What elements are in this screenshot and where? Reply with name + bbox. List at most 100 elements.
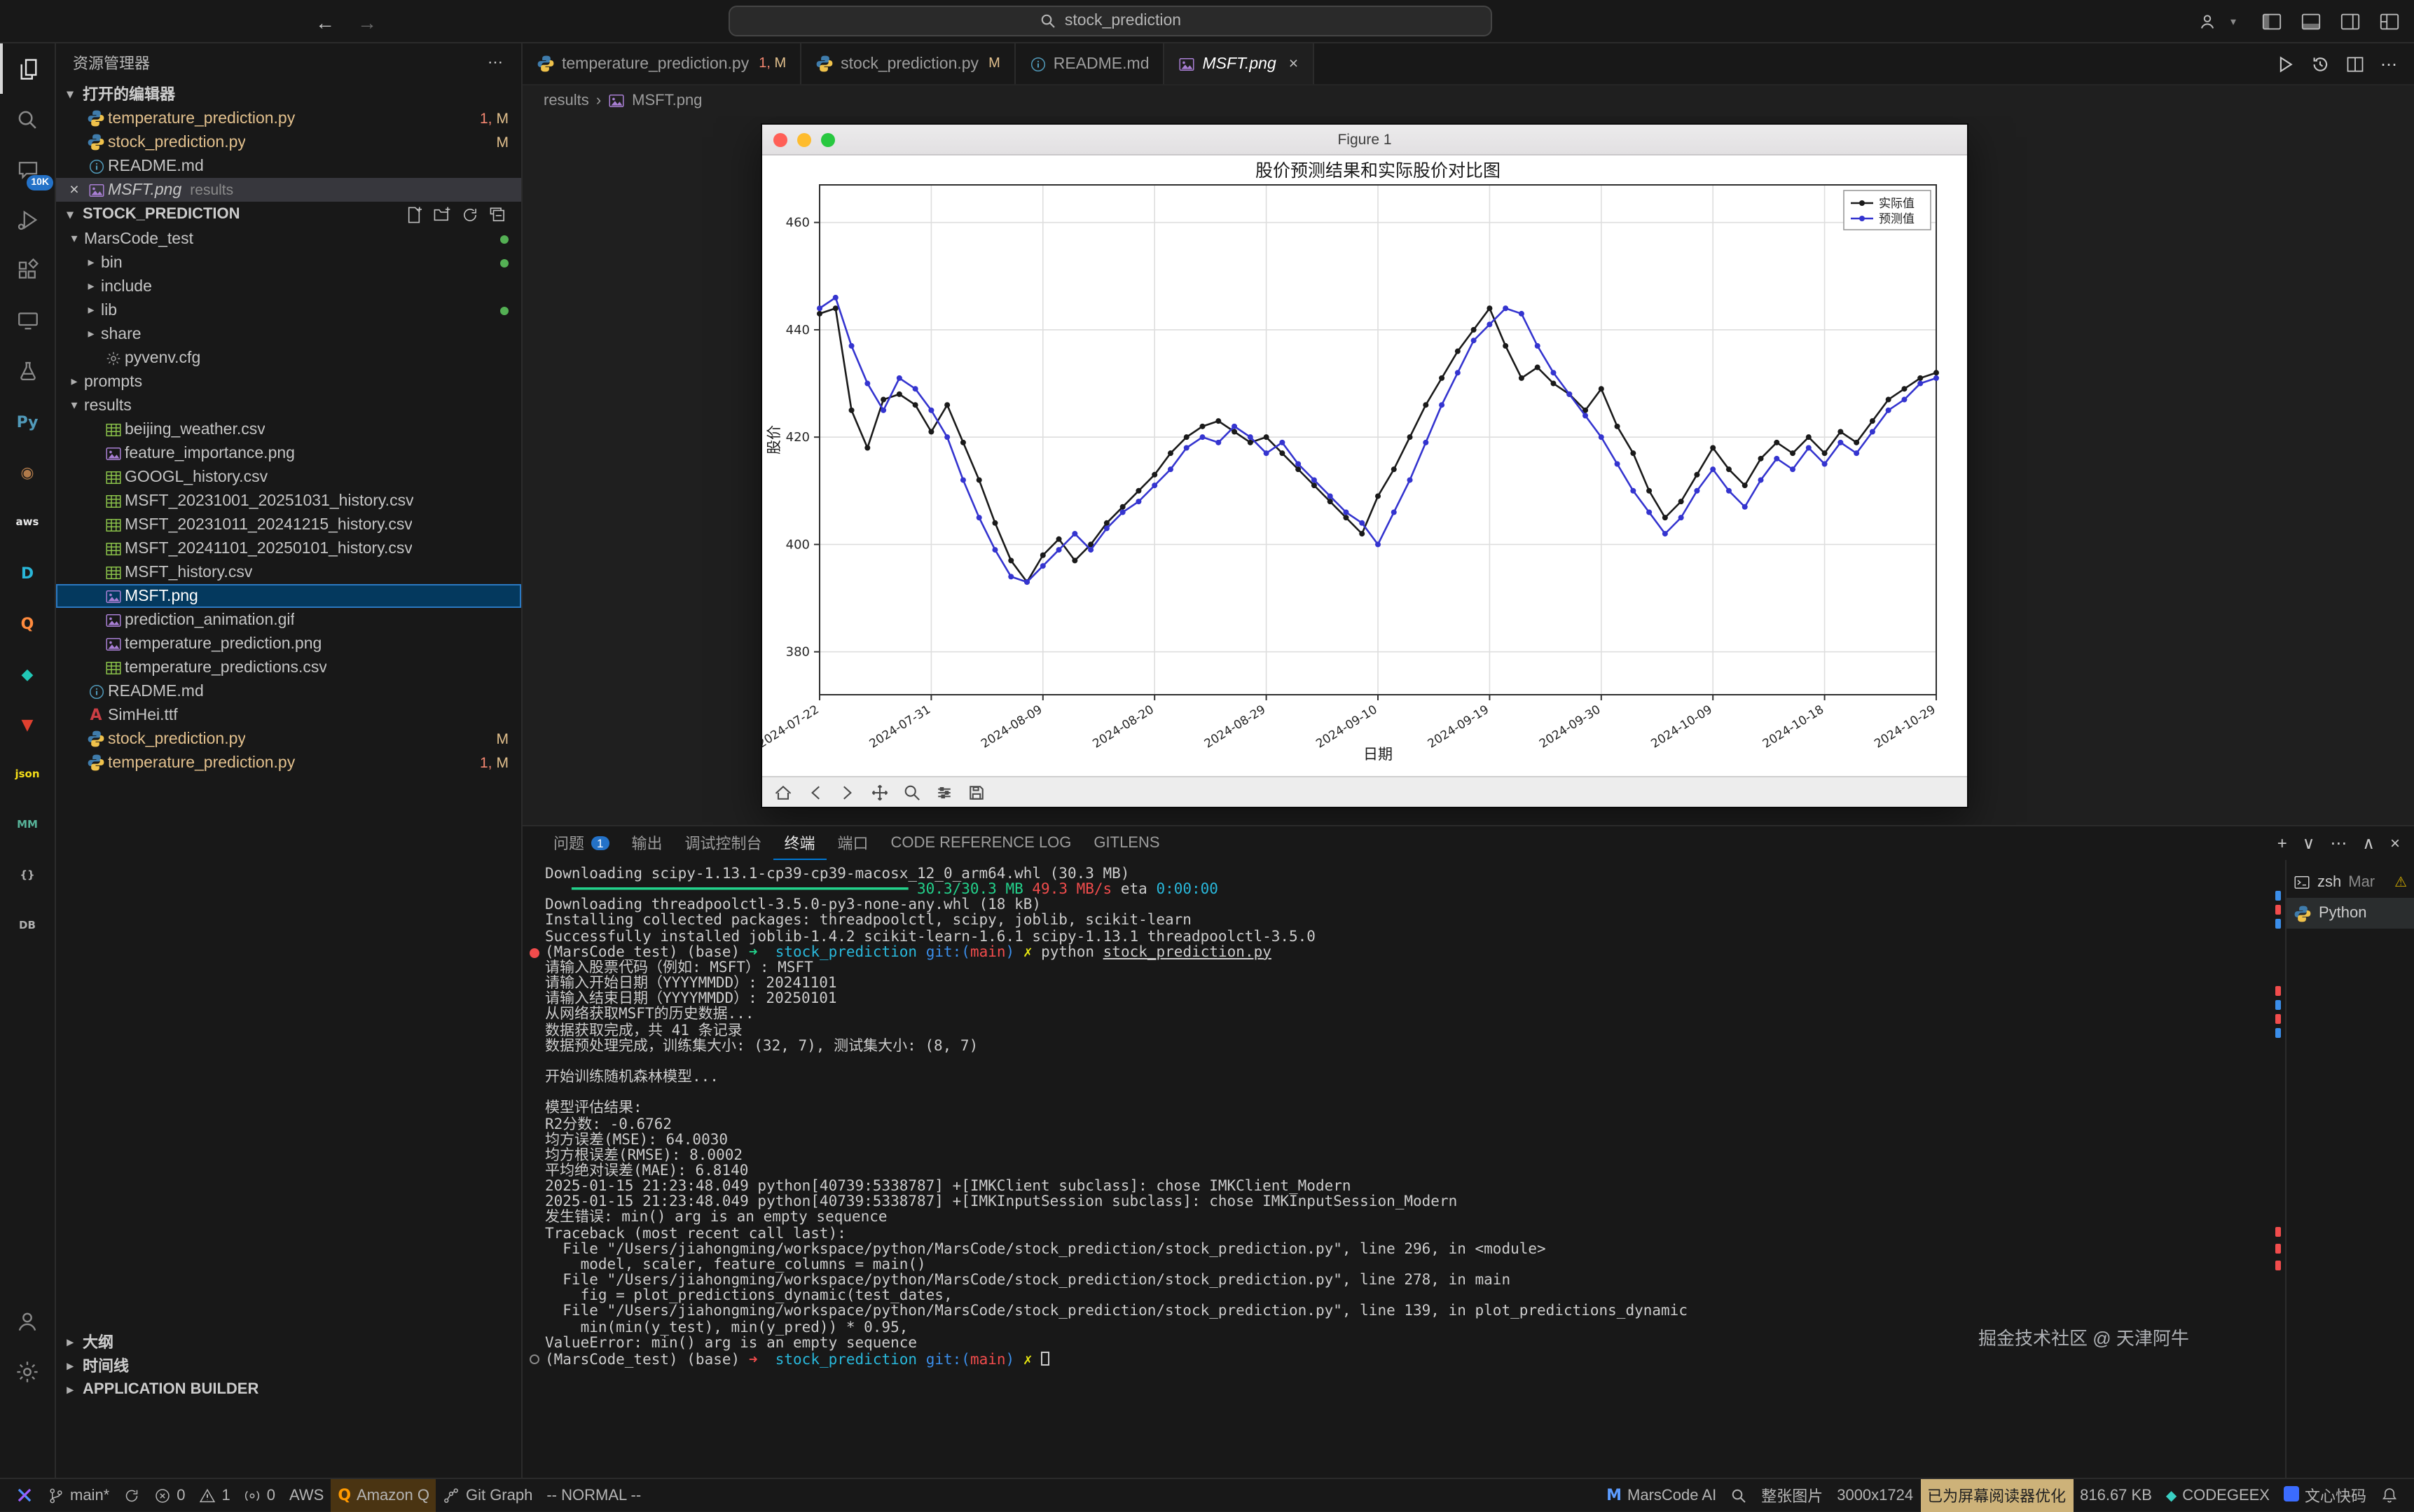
command-center-search[interactable]: stock_prediction (729, 6, 1492, 36)
panel-tab--[interactable]: 终端 (773, 826, 826, 860)
json-icon[interactable]: json (0, 749, 55, 800)
close-icon[interactable]: × (64, 181, 84, 198)
warnings-count[interactable]: 1 (193, 1478, 237, 1512)
more-actions-icon[interactable]: ⋯ (2380, 54, 2397, 74)
notifications-bell[interactable] (2373, 1478, 2406, 1512)
sync-status[interactable] (116, 1478, 147, 1512)
maximize-panel-icon[interactable]: ∧ (2362, 833, 2375, 853)
section-outline[interactable]: ▸大纲 (56, 1329, 521, 1354)
search-status[interactable] (1723, 1478, 1754, 1512)
marscode-chat-icon[interactable]: 10K (0, 144, 55, 195)
nav-forward-button[interactable]: → (357, 11, 377, 33)
terminal-profile-dropdown-icon[interactable]: ∨ (2303, 833, 2315, 853)
tree-item[interactable]: MSFT_20241101_20250101_history.csv (56, 536, 521, 560)
file-size[interactable]: 816.67 KB (2073, 1478, 2159, 1512)
panel-tab-code-reference-log[interactable]: CODE REFERENCE LOG (879, 826, 1082, 860)
errors-count[interactable]: 0 (147, 1478, 192, 1512)
tree-item[interactable]: README.md (56, 679, 521, 703)
screen-reader-mode[interactable]: 已为屏幕阅读器优化 (1920, 1478, 2073, 1512)
tree-item[interactable]: GOOGL_history.csv (56, 465, 521, 489)
redis-icon[interactable]: ▼ (0, 699, 55, 749)
panel-tab--[interactable]: 输出 (620, 826, 673, 860)
toggle-sidebar-icon[interactable] (2261, 11, 2282, 32)
terminal-instance-zsh[interactable]: zshMar⚠ (2287, 867, 2414, 898)
open-editor-item[interactable]: stock_prediction.pyM (56, 130, 521, 154)
git-branch[interactable]: main* (41, 1478, 116, 1512)
jupyter-icon[interactable]: ◉ (0, 447, 55, 497)
tree-item[interactable]: temperature_prediction.png (56, 632, 521, 656)
toggle-secondary-sidebar-icon[interactable] (2340, 11, 2361, 32)
tree-item[interactable]: ▸share (56, 322, 521, 346)
amazonq-ext-icon[interactable]: Q (0, 598, 55, 649)
git-graph-status[interactable]: Git Graph (436, 1478, 539, 1512)
customize-layout-icon[interactable] (2379, 11, 2400, 32)
tree-item[interactable]: temperature_prediction.py1,M (56, 751, 521, 775)
open-editors-header[interactable]: ▾ 打开的编辑器 (56, 81, 521, 106)
explorer-icon[interactable] (0, 43, 55, 94)
braces-icon[interactable]: {} (0, 850, 55, 901)
remote-explorer-icon[interactable] (0, 296, 55, 346)
python-extension-icon[interactable]: Py (0, 396, 55, 447)
aws-icon[interactable]: aws (0, 497, 55, 548)
tree-item[interactable]: prediction_animation.gif (56, 608, 521, 632)
close-panel-icon[interactable]: × (2390, 833, 2400, 853)
marscode-ai-status[interactable]: MMarsCode AI (1599, 1478, 1723, 1512)
collapse-all-icon[interactable] (489, 205, 507, 223)
tab-msft-png[interactable]: MSFT.png× (1165, 43, 1314, 84)
breadcrumb-file[interactable]: MSFT.png (632, 92, 702, 109)
terminal-instance-python[interactable]: Python (2287, 898, 2414, 929)
run-button[interactable] (2275, 54, 2295, 74)
tree-item[interactable]: ▸lib (56, 298, 521, 322)
amazon-q-status[interactable]: QAmazon Q (331, 1478, 436, 1512)
tree-item[interactable]: MSFT_20231011_20241215_history.csv (56, 513, 521, 536)
aws-status[interactable]: AWS (282, 1478, 331, 1512)
history-icon[interactable] (2310, 54, 2330, 74)
terminal-file-link[interactable]: stock_prediction.py (1103, 944, 1271, 961)
tree-item[interactable]: ASimHei.ttf (56, 703, 521, 727)
tree-item[interactable]: beijing_weather.csv (56, 417, 521, 441)
tab-stock_prediction-py[interactable]: stock_prediction.pyM (801, 43, 1016, 84)
docker-icon[interactable]: D (0, 548, 55, 598)
tree-item[interactable]: stock_prediction.pyM (56, 727, 521, 751)
split-editor-icon[interactable] (2345, 54, 2365, 74)
remote-indicator[interactable] (8, 1478, 41, 1512)
tree-item[interactable]: ▾results (56, 394, 521, 417)
open-editor-item[interactable]: temperature_prediction.py1,M (56, 106, 521, 130)
breadcrumb-folder[interactable]: results (544, 92, 589, 109)
codegeex-ext-icon[interactable]: ◆ (0, 649, 55, 699)
database-icon[interactable]: DB (0, 901, 55, 951)
mybatis-icon[interactable]: MM (0, 800, 55, 850)
panel-tab--[interactable]: 端口 (826, 826, 879, 860)
new-folder-icon[interactable] (433, 205, 451, 223)
open-editor-item[interactable]: ×MSFT.pngresults (56, 178, 521, 202)
wenxin-comate-status[interactable]: 文心快码 (2277, 1478, 2373, 1512)
explorer-more-actions[interactable]: ⋯ (488, 53, 504, 71)
tree-item[interactable]: ▸bin (56, 251, 521, 275)
image-preview-editor[interactable]: Figure 1 3804004204404602024-07-222024-0… (523, 116, 2414, 825)
tree-item[interactable]: pyvenv.cfg (56, 346, 521, 370)
project-section-header[interactable]: ▾ STOCK_PREDICTION (56, 202, 521, 227)
new-file-icon[interactable] (405, 205, 423, 223)
tree-item[interactable]: MSFT.png (56, 584, 521, 608)
tree-item[interactable]: MSFT_20231001_20251031_history.csv (56, 489, 521, 513)
extensions-icon[interactable] (0, 245, 55, 296)
refresh-icon[interactable] (461, 205, 479, 223)
panel-more-actions-icon[interactable]: ⋯ (2330, 833, 2347, 853)
tree-item[interactable]: temperature_predictions.csv (56, 656, 521, 679)
section-application-builder[interactable]: ▸APPLICATION BUILDER (56, 1377, 521, 1402)
image-dimensions[interactable]: 3000x1724 (1830, 1478, 1920, 1512)
ports-count[interactable]: 0 (237, 1478, 282, 1512)
account-icon[interactable] (0, 1296, 55, 1346)
search-icon[interactable] (0, 94, 55, 144)
tab-temperature_prediction-py[interactable]: temperature_prediction.py1, M (523, 43, 801, 84)
tree-item[interactable]: feature_importance.png (56, 441, 521, 465)
tree-item[interactable]: ▸include (56, 275, 521, 298)
nav-back-button[interactable]: ← (315, 11, 335, 33)
panel-tab--[interactable]: 调试控制台 (673, 826, 773, 860)
vim-mode[interactable]: -- NORMAL -- (539, 1478, 648, 1512)
tree-item[interactable]: MSFT_history.csv (56, 560, 521, 584)
image-zoom[interactable]: 整张图片 (1754, 1478, 1830, 1512)
section-timeline[interactable]: ▸时间线 (56, 1353, 521, 1378)
run-debug-icon[interactable] (0, 195, 55, 245)
open-editor-item[interactable]: README.md (56, 154, 521, 178)
